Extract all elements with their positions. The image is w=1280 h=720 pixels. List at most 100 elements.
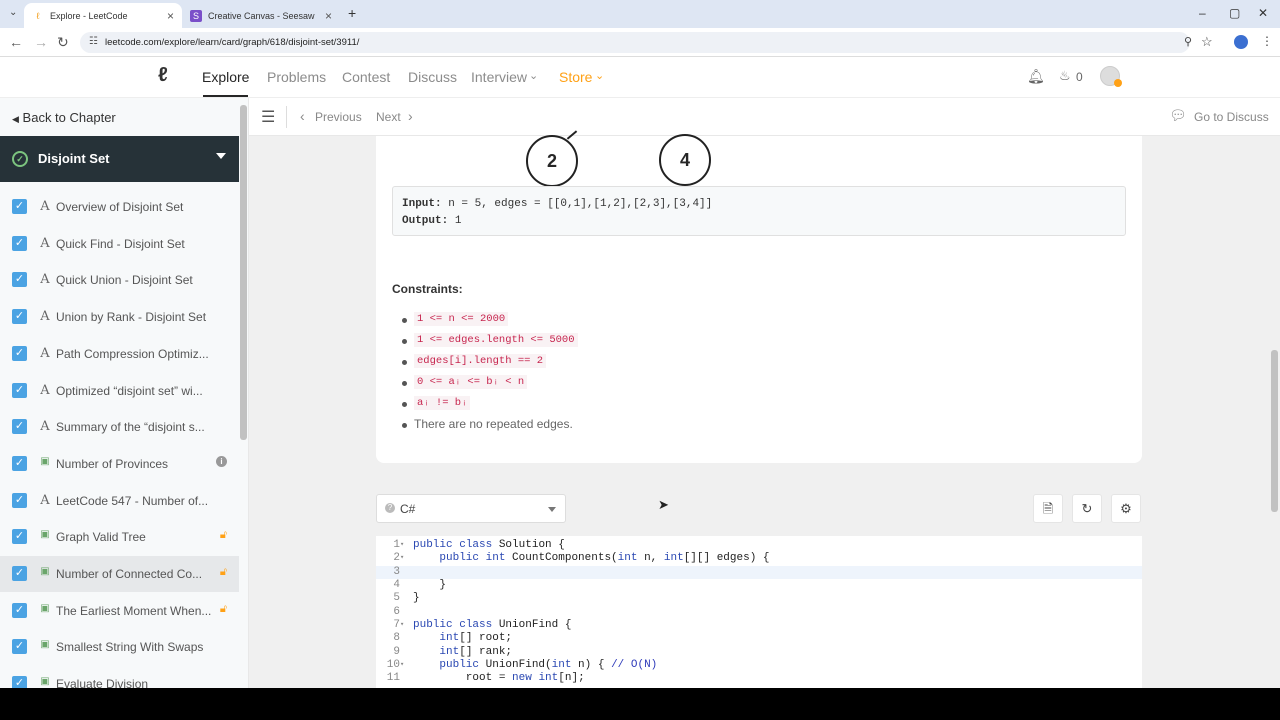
nav-problems[interactable]: Problems: [267, 69, 326, 85]
code-text: public int CountComponents(int n, int[][…: [439, 552, 770, 565]
line-number: 9: [393, 645, 400, 658]
maximize-icon[interactable]: ▢: [1229, 6, 1240, 20]
line-number: 10: [386, 659, 400, 672]
fire-streak-icon[interactable]: ♨: [1059, 68, 1071, 84]
completed-checkbox-icon: ✓: [12, 345, 27, 361]
article-type-icon: A: [40, 199, 50, 214]
article-type-icon: A: [40, 345, 50, 361]
caret-left-icon: ◀: [12, 114, 19, 124]
sidebar-item[interactable]: ✓ A Overview of Disjoint Set: [0, 189, 239, 225]
notification-bell-icon[interactable]: 🔔︎: [1027, 68, 1045, 85]
sidebar-item[interactable]: ✓ ▣ Graph Valid Tree 🔓︎: [0, 519, 239, 555]
editor-settings-gear-icon[interactable]: ⚙: [1111, 494, 1141, 523]
zoom-icon[interactable]: ⚲: [1184, 35, 1192, 48]
problem-type-icon: ▣: [40, 566, 50, 577]
chapter-header[interactable]: ✓ Disjoint Set: [0, 136, 239, 182]
code-line: 2 ▾ public int CountComponents(int n, int…: [376, 552, 1142, 565]
hamburger-menu-icon[interactable]: ☰: [261, 107, 275, 127]
nav-interview[interactable]: Interview: [471, 69, 527, 85]
fold-arrow-icon[interactable]: ▾: [400, 539, 404, 552]
code-text: }: [413, 592, 420, 605]
problem-type-icon: ▣: [40, 639, 50, 651]
sidebar-item[interactable]: ✓ A Quick Find - Disjoint Set: [0, 226, 239, 262]
reload-icon[interactable]: ↻: [57, 34, 69, 51]
info-icon[interactable]: i: [216, 455, 227, 467]
line-number: 1: [393, 539, 400, 551]
browser-tab-seesaw[interactable]: S Creative Canvas - Seesaw ×: [182, 3, 340, 28]
sidebar-item[interactable]: ✓ A LeetCode 547 - Number of...: [0, 483, 239, 519]
content-scrollbar[interactable]: [1271, 350, 1278, 512]
code-line: 1 ▾ public class Solution {: [376, 539, 1142, 552]
line-number: 11: [386, 672, 400, 685]
constraint-item: edges[i].length == 2: [402, 354, 578, 375]
sidebar-item[interactable]: ✓ A Union by Rank - Disjoint Set: [0, 299, 239, 335]
tab-list-chevron-icon[interactable]: ⌄: [9, 7, 17, 18]
tab-title: Creative Canvas - Seesaw: [208, 10, 315, 21]
constraint-code: 1 <= edges.length <= 5000: [414, 333, 578, 347]
fold-arrow-icon[interactable]: ▾: [400, 659, 404, 672]
constraint-item: 1 <= n <= 2000: [402, 312, 578, 333]
nav-explore[interactable]: Explore: [202, 69, 249, 85]
sidebar-item-label: Number of Connected Co...: [56, 567, 203, 581]
nav-contest[interactable]: Contest: [342, 69, 390, 85]
sidebar-item[interactable]: ✓ A Optimized “disjoint set” wi...: [0, 373, 239, 409]
sidebar-item-label: Smallest String With Swaps: [56, 640, 204, 655]
sidebar-item[interactable]: ✓ ▣ Evaluate Division: [0, 666, 239, 688]
completed-check-icon: ✓: [12, 151, 28, 167]
browser-menu-icon[interactable]: ⋮: [1261, 34, 1273, 48]
code-line: 11 root = new int[n];: [376, 672, 1142, 685]
previous-button[interactable]: Previous: [315, 110, 362, 124]
completed-checkbox-icon: ✓: [12, 235, 27, 251]
leetcode-logo-icon[interactable]: ℓ: [158, 64, 168, 87]
constraints-heading: Constraints:: [392, 282, 463, 296]
bookmark-star-icon[interactable]: ☆: [1201, 34, 1213, 50]
sidebar-item[interactable]: ✓ A Quick Union - Disjoint Set: [0, 262, 239, 298]
sidebar-item[interactable]: ✓ ▣ Number of Provinces i: [0, 446, 239, 482]
close-window-icon[interactable]: ✕: [1258, 6, 1268, 20]
sidebar-item[interactable]: ✓ ▣ Number of Connected Co... 🔓︎: [0, 556, 239, 592]
article-type-icon: A: [40, 419, 50, 435]
new-tab-button[interactable]: +: [348, 5, 356, 21]
code-file-icon[interactable]: 🗎︎: [1033, 494, 1063, 523]
back-to-chapter-link[interactable]: ◀ Back to Chapter: [12, 110, 116, 125]
article-type-icon: A: [40, 492, 50, 508]
constraint-code: 0 <= aᵢ <= bᵢ < n: [414, 375, 528, 389]
screen-bottom-bar: [0, 688, 1280, 720]
active-nav-underline: [203, 95, 248, 97]
next-button[interactable]: Next: [376, 110, 401, 124]
problem-type-icon: ▣: [40, 529, 50, 541]
url-field[interactable]: ☷ leetcode.com/explore/learn/card/graph/…: [80, 32, 1192, 53]
browser-tab-leetcode[interactable]: ℓ Explore - LeetCode ×: [24, 3, 182, 28]
forward-arrow-icon[interactable]: →: [34, 34, 48, 50]
main-content: ☰ ‹ Previous Next › 💬︎ Go to Discuss 2 4…: [249, 98, 1280, 688]
site-info-icon[interactable]: ☷: [89, 36, 98, 47]
nav-store[interactable]: Store: [559, 69, 592, 85]
input-label: Input:: [402, 198, 442, 210]
nav-discuss[interactable]: Discuss: [408, 69, 457, 85]
close-tab-icon[interactable]: ×: [325, 9, 332, 23]
code-editor[interactable]: 1 ▾ public class Solution {2 ▾ public int C…: [376, 536, 1142, 688]
back-arrow-icon[interactable]: ←: [9, 34, 23, 50]
fold-arrow-icon[interactable]: ▾: [400, 619, 404, 632]
next-chevron-icon[interactable]: ›: [408, 108, 413, 124]
completed-checkbox-icon: ✓: [12, 309, 27, 325]
code-text: public UnionFind(int n) { // O(N): [439, 659, 658, 672]
minimize-icon[interactable]: –: [1199, 6, 1206, 20]
sidebar-item-label: Path Compression Optimiz...: [56, 346, 209, 361]
language-select[interactable]: ? C#: [376, 494, 566, 523]
previous-chevron-icon[interactable]: ‹: [300, 108, 305, 124]
sidebar-scrollbar[interactable]: [240, 105, 247, 440]
sidebar-item[interactable]: ✓ A Summary of the “disjoint s...: [0, 409, 239, 445]
sidebar-item-label: Graph Valid Tree: [56, 530, 146, 545]
reset-code-icon[interactable]: ↻: [1072, 494, 1102, 523]
profile-icon[interactable]: [1234, 35, 1248, 49]
toolbar-divider: [286, 106, 287, 128]
close-tab-icon[interactable]: ×: [167, 9, 174, 23]
fold-arrow-icon[interactable]: ▾: [400, 552, 404, 565]
unlock-icon: 🔓︎: [219, 529, 227, 542]
go-to-discuss-link[interactable]: Go to Discuss: [1194, 110, 1269, 124]
sidebar-item[interactable]: ✓ ▣ Smallest String With Swaps: [0, 629, 239, 665]
sidebar-item[interactable]: ✓ ▣ The Earliest Moment When... 🔓︎: [0, 593, 239, 629]
completed-checkbox-icon: ✓: [12, 492, 27, 508]
sidebar-item[interactable]: ✓ A Path Compression Optimiz...: [0, 336, 239, 372]
